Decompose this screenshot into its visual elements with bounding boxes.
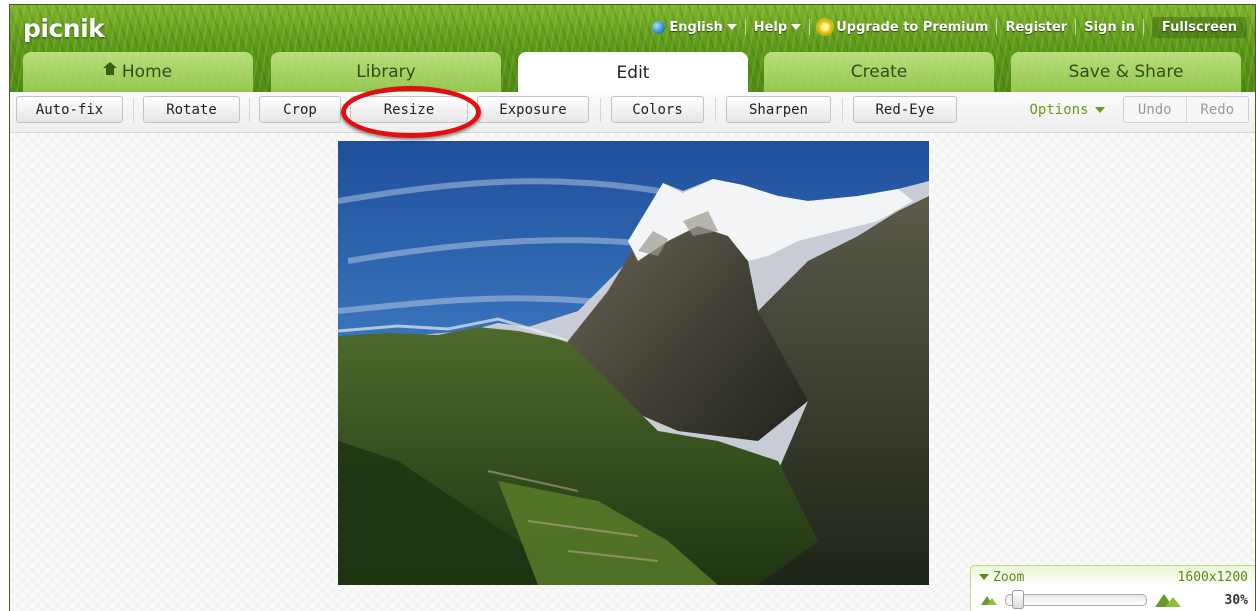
- picnik-app: picnik English Help Upgrade to Premium R…: [9, 4, 1256, 611]
- home-icon: [102, 62, 117, 77]
- divider: [249, 98, 250, 122]
- language-menu[interactable]: English: [644, 20, 744, 35]
- tab-label: Save & Share: [1068, 62, 1184, 82]
- upgrade-label: Upgrade to Premium: [836, 19, 989, 35]
- zoom-in-icon[interactable]: [1155, 593, 1181, 607]
- autofix-button[interactable]: Auto-fix: [16, 96, 123, 123]
- zoom-header: Zoom 1600x1200: [979, 569, 1248, 585]
- crop-button[interactable]: Crop: [259, 96, 341, 123]
- register-link[interactable]: Register: [997, 20, 1075, 35]
- tab-edit[interactable]: Edit: [518, 52, 748, 93]
- sharpen-button[interactable]: Sharpen: [726, 96, 831, 123]
- tab-label: Edit: [616, 62, 650, 83]
- colors-button[interactable]: Colors: [611, 96, 704, 123]
- globe-icon: [652, 20, 666, 34]
- options-menu[interactable]: Options: [1025, 96, 1109, 123]
- help-menu[interactable]: Help: [746, 20, 809, 35]
- chevron-down-icon: [726, 24, 737, 30]
- tab-home[interactable]: Home: [23, 52, 253, 92]
- zoom-percent: 30%: [1224, 592, 1248, 608]
- exposure-button[interactable]: Exposure: [477, 96, 589, 123]
- picnik-logo[interactable]: picnik: [23, 14, 105, 43]
- zoom-toggle[interactable]: Zoom: [979, 570, 1024, 585]
- language-label: English: [669, 19, 723, 35]
- undo-button[interactable]: Undo: [1124, 97, 1186, 122]
- tab-library[interactable]: Library: [271, 52, 501, 92]
- tab-save-share[interactable]: Save & Share: [1011, 52, 1241, 92]
- chevron-down-icon: [1094, 106, 1105, 113]
- header-bar: picnik English Help Upgrade to Premium R…: [10, 5, 1255, 93]
- divider: [600, 98, 601, 122]
- divider: [715, 98, 716, 122]
- edit-toolbar: Auto-fix Rotate Crop Resize Exposure Col…: [10, 92, 1255, 133]
- divider: [842, 98, 843, 122]
- zoom-panel: Zoom 1600x1200 30%: [970, 565, 1255, 611]
- tab-label: Create: [850, 62, 908, 82]
- chevron-down-icon: [979, 574, 989, 580]
- fullscreen-label: Fullscreen: [1151, 16, 1247, 38]
- help-label: Help: [753, 19, 788, 35]
- zoom-out-icon[interactable]: [981, 595, 997, 605]
- zoom-controls: 30%: [981, 590, 1248, 610]
- redo-button[interactable]: Redo: [1185, 97, 1249, 122]
- zoom-slider-thumb[interactable]: [1012, 590, 1024, 609]
- signin-link[interactable]: Sign in: [1076, 20, 1143, 35]
- resize-button[interactable]: Resize: [350, 96, 468, 123]
- tab-label: Home: [121, 62, 173, 82]
- photo-preview[interactable]: [338, 141, 929, 585]
- image-dimensions: 1600x1200: [1177, 569, 1248, 585]
- fullscreen-button[interactable]: Fullscreen: [1144, 16, 1255, 38]
- upgrade-link[interactable]: Upgrade to Premium: [810, 20, 996, 35]
- zoom-slider[interactable]: [1005, 590, 1147, 609]
- divider: [133, 98, 134, 122]
- tab-label: Library: [356, 62, 416, 82]
- top-nav: English Help Upgrade to Premium Register…: [644, 13, 1255, 41]
- mountain-photo: [338, 141, 929, 585]
- options-label: Options: [1029, 101, 1089, 118]
- undo-redo-group: Undo Redo: [1123, 96, 1249, 123]
- rotate-button[interactable]: Rotate: [143, 96, 240, 123]
- zoom-title: Zoom: [993, 569, 1025, 585]
- redeye-button[interactable]: Red-Eye: [853, 96, 957, 123]
- chevron-down-icon: [791, 24, 802, 30]
- sun-icon: [818, 20, 833, 34]
- tab-create[interactable]: Create: [764, 52, 994, 92]
